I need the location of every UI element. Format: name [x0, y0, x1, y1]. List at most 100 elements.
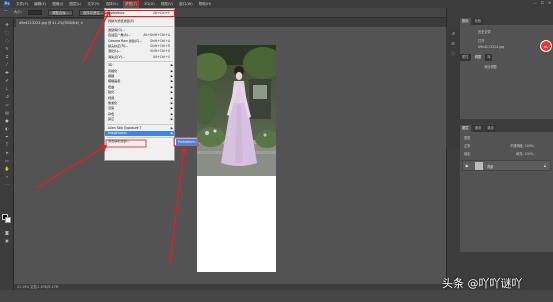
size-field[interactable]: [28, 10, 42, 15]
menu-image[interactable]: 图像(I): [52, 2, 63, 7]
filter-menu-item[interactable]: 液化(L)... Shift+Ctrl+X: [105, 49, 174, 54]
quick-select-tool-icon[interactable]: ✎: [3, 46, 11, 51]
filter-menu-item[interactable]: Camera Raw 滤镜(C)... Shift+Ctrl+A: [105, 39, 174, 44]
ps-badge-icon: PS: [540, 40, 552, 52]
screen-mode-icon[interactable]: ▣: [3, 238, 11, 243]
healing-brush-tool-icon[interactable]: ✚: [3, 70, 11, 75]
more-tools-icon[interactable]: ⋯: [3, 182, 11, 187]
menu-type[interactable]: 文字(Y): [87, 2, 99, 7]
blend-mode-select[interactable]: 正常: [464, 143, 470, 148]
filter-menu-item-label: 模糊: [108, 74, 115, 78]
menu-filter[interactable]: 滤镜(T): [122, 0, 140, 8]
tab-paths[interactable]: 路径: [485, 125, 496, 132]
properties-panel-icon[interactable]: ☰: [450, 41, 456, 46]
filter-menu-item-label: 扭曲: [108, 84, 115, 89]
eraser-tool-icon[interactable]: ▱: [3, 102, 11, 107]
tab-properties[interactable]: 属性: [460, 54, 471, 61]
filter-menu-item[interactable]: 锐化 ▶: [105, 90, 174, 95]
eyedropper-tool-icon[interactable]: ⁄: [3, 62, 11, 67]
close-icon[interactable]: ✕: [548, 1, 551, 5]
adjustments-hint: 添加调整: [484, 65, 497, 69]
tab-layers[interactable]: 图层: [460, 125, 471, 132]
filter-menu-item[interactable]: Alien Skin Exposure 7 ▶: [105, 126, 174, 131]
filter-menu-item-label: Alien Skin Exposure 7: [108, 125, 142, 130]
filter-menu-item-label: 消失点(V)...: [108, 54, 125, 59]
hand-tool-icon[interactable]: ✋: [3, 166, 11, 171]
dodge-tool-icon[interactable]: ◐: [3, 126, 11, 131]
pen-tool-icon[interactable]: ✒: [3, 134, 11, 139]
menu-file[interactable]: 文件(F): [16, 2, 28, 7]
menu-3d[interactable]: 3D(D): [144, 2, 155, 6]
tab-adjustments[interactable]: 调整: [472, 54, 484, 61]
filter-menu-item[interactable]: 3D ▶: [105, 63, 174, 68]
filter-menu-item[interactable]: 消失点(V)... Alt+Ctrl+V: [105, 55, 174, 60]
filter-menu-item[interactable]: 模糊画廊 ▶: [105, 79, 174, 84]
filter-menu-item-label: 模糊画廊: [108, 79, 121, 84]
blur-tool-icon[interactable]: ●: [3, 118, 11, 123]
path-select-tool-icon[interactable]: ➤: [3, 150, 11, 155]
zoom-tool-icon[interactable]: ⌕: [3, 174, 11, 179]
filter-menu-item[interactable]: Imagenomic ▶: [105, 131, 174, 136]
document-photo[interactable]: [197, 45, 276, 176]
crop-tool-icon[interactable]: ⌗: [3, 54, 11, 59]
brush-tool-icon[interactable]: ✐: [3, 78, 11, 83]
filter-menu-item[interactable]: 渲染 ▶: [105, 106, 174, 111]
lasso-tool-icon[interactable]: ◌: [3, 38, 11, 43]
menu-view[interactable]: 视图(V): [161, 2, 173, 7]
menu-layer[interactable]: 图层(L): [69, 2, 81, 7]
quick-mask-icon[interactable]: ◙: [3, 230, 11, 235]
filter-menu-item[interactable]: 杂色 ▶: [105, 112, 174, 117]
document-tab[interactable]: d9e4213224.jpg @ 41.2%(RGB/8#) ×: [16, 19, 108, 27]
submenu-item-portraiture[interactable]: Portraiture...: [176, 139, 197, 145]
menu-help[interactable]: 帮助(H): [199, 2, 212, 7]
shape-tool-icon[interactable]: ▭: [3, 158, 11, 163]
history-panel-icon[interactable]: ↺: [450, 31, 456, 36]
canvas-area[interactable]: [14, 27, 446, 284]
filter-menu-item[interactable]: 自适应广角(A)... Alt+Shift+Ctrl+A: [105, 33, 174, 38]
filter-menu-item-shortcut: Shift+Ctrl+R: [150, 44, 170, 48]
refine-edge-button[interactable]: 调整边缘...: [48, 9, 73, 16]
filter-menu-item[interactable]: 其它 ▶: [105, 117, 174, 122]
filter-menu-item[interactable]: 风格化 ▶: [105, 69, 174, 74]
opacity-field[interactable]: 不透明度: 100%: [510, 143, 534, 148]
adjustments-panel-tabs: 属性 调整 库: [460, 54, 493, 61]
type-tool-icon[interactable]: T: [3, 142, 11, 147]
layer-row-background[interactable]: ◉ 背景 🔒︎: [462, 160, 551, 171]
info-panel-icon[interactable]: ⓘ: [450, 51, 456, 56]
menu-window[interactable]: 窗口(W): [179, 2, 193, 7]
minimize-icon[interactable]: —: [533, 1, 537, 5]
document-blank-area[interactable]: [197, 176, 276, 272]
submenu-arrow-icon: ▶: [170, 101, 173, 105]
move-tool-icon[interactable]: ✥: [3, 22, 11, 27]
tab-swatches[interactable]: 色板: [472, 18, 484, 25]
clone-stamp-tool-icon[interactable]: ⊥: [3, 86, 11, 91]
menu-select[interactable]: 选择(S): [106, 2, 118, 7]
filter-menu-item[interactable]: 转换为智能滤镜(S): [105, 19, 174, 24]
size-label: 大小:: [13, 10, 22, 14]
maximize-icon[interactable]: ☐: [541, 1, 544, 5]
lock-icon: 🔒︎: [543, 163, 546, 168]
lock-label: 锁定:: [464, 152, 472, 156]
filter-menu-item[interactable]: 扭曲 ▶: [105, 85, 174, 90]
gradient-tool-icon[interactable]: ▤: [3, 110, 11, 115]
menu-edit[interactable]: 编辑(E): [34, 2, 46, 7]
background-color-swatch[interactable]: [5, 217, 11, 223]
layer-kind-filter[interactable]: 类型: [464, 135, 470, 140]
history-item-file[interactable]: d9e4213224.jpg: [478, 45, 504, 49]
select-and-mask-button[interactable]: 选择并遮住...: [78, 9, 107, 16]
history-brush-tool-icon[interactable]: ↺: [3, 94, 11, 99]
filter-menu-item[interactable]: 像素化 ▶: [105, 101, 174, 106]
eye-icon[interactable]: ◉: [465, 163, 469, 168]
tab-color[interactable]: 颜色: [460, 18, 471, 25]
tab-channels[interactable]: 通道: [472, 125, 484, 132]
lasso-tool-icon[interactable]: ⌒: [4, 10, 8, 15]
tab-libraries[interactable]: 库: [485, 54, 493, 61]
marquee-tool-icon[interactable]: ⬚: [3, 30, 11, 35]
submenu-arrow-icon: ▶: [170, 111, 173, 116]
filter-menu-item-label: 镜头校正(R)...: [108, 44, 128, 48]
fill-field[interactable]: 填充: 100%: [516, 151, 534, 156]
filter-menu-item[interactable]: 浏览联机滤镜...: [105, 139, 174, 144]
history-item-open[interactable]: 打开: [478, 38, 484, 43]
filter-menu-item[interactable]: Portraiture Alt+Ctrl+F: [104, 10, 175, 17]
filter-menu-item[interactable]: 视频 ▶: [105, 96, 174, 101]
